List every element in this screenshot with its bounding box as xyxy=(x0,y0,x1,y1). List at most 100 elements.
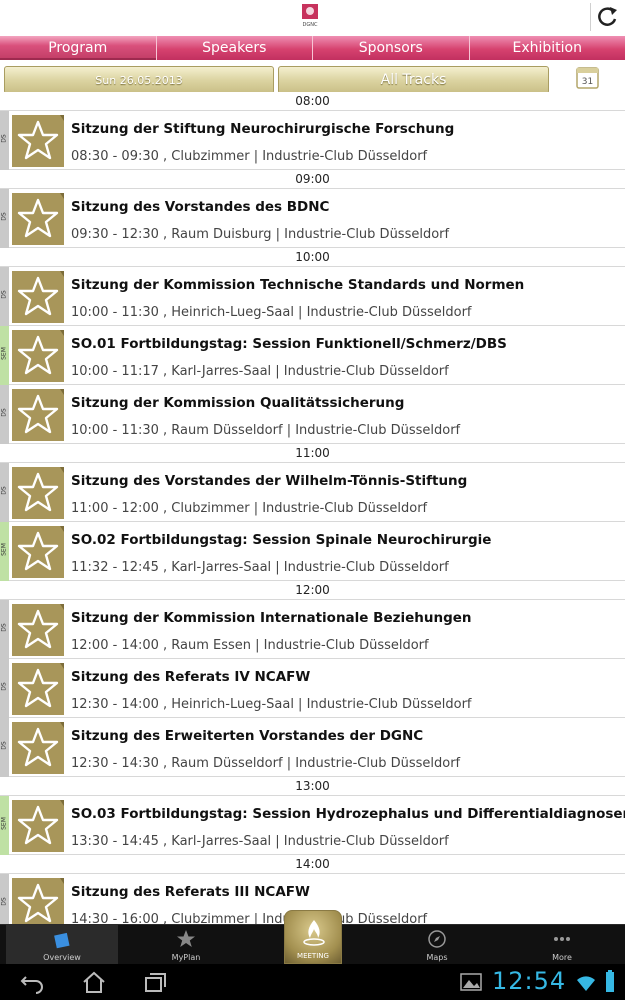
app-header: DGNC xyxy=(0,0,625,34)
session-time-location: 11:00 - 12:00 , Clubzimmer | Industrie-C… xyxy=(71,501,428,516)
favorite-star-icon[interactable] xyxy=(12,467,64,519)
session-time-location: 10:00 - 11:30 , Raum Düsseldorf | Indust… xyxy=(71,423,461,438)
tab-sponsors[interactable]: Sponsors xyxy=(313,36,470,60)
favorite-star-icon[interactable] xyxy=(12,722,64,774)
system-bar: 12:54 xyxy=(0,964,625,1000)
nav-overview-label: Overview xyxy=(43,953,81,962)
session-title: SO.02 Fortbildungstag: Session Spinale N… xyxy=(71,532,492,548)
time-header: 10:00 xyxy=(0,248,625,267)
favorite-star-icon[interactable] xyxy=(12,193,64,245)
session-row[interactable]: SEM SO.02 Fortbildungstag: Session Spinal… xyxy=(0,522,625,581)
session-title: Sitzung der Kommission Internationale Be… xyxy=(71,610,472,626)
nav-more-label: More xyxy=(552,953,572,962)
track-strip: SEM xyxy=(0,796,9,855)
refresh-icon[interactable] xyxy=(593,3,621,31)
session-row[interactable]: SEM SO.03 Fortbildungstag: Session Hydroz… xyxy=(0,796,625,855)
favorite-star-icon[interactable] xyxy=(12,526,64,578)
track-strip: SEM xyxy=(0,522,9,581)
session-row[interactable]: DS Sitzung des Vorstandes des BDNC 09:30 -… xyxy=(0,189,625,248)
nav-maps[interactable]: Maps xyxy=(381,925,493,965)
track-strip: DS xyxy=(0,385,9,444)
compass-icon xyxy=(428,930,446,948)
calendar-day: 31 xyxy=(582,77,593,87)
favorite-star-icon[interactable] xyxy=(12,330,64,382)
tab-speakers[interactable]: Speakers xyxy=(156,36,313,60)
track-tag: DS xyxy=(0,486,8,495)
battery-icon xyxy=(606,970,614,992)
back-icon[interactable] xyxy=(18,969,46,995)
track-tag: SEM xyxy=(0,817,8,830)
track-strip: DS xyxy=(0,874,9,924)
session-row[interactable]: DS Sitzung der Kommission Technische Stan… xyxy=(0,267,625,326)
favorite-star-icon[interactable] xyxy=(12,389,64,441)
session-row[interactable]: DS Sitzung des Referats IV NCAFW 12:30 - 1… xyxy=(0,659,625,718)
nav-more[interactable]: More xyxy=(506,925,618,965)
favorite-star-icon[interactable] xyxy=(12,663,64,715)
star-icon xyxy=(177,930,195,947)
gallery-notification-icon xyxy=(460,973,482,991)
recent-apps-icon[interactable] xyxy=(142,969,170,995)
section-tabs: Program Speakers Sponsors Exhibition xyxy=(0,36,625,60)
session-time-location: 08:30 - 09:30 , Clubzimmer | Industrie-C… xyxy=(71,149,428,164)
nav-maps-label: Maps xyxy=(426,953,448,962)
track-strip: SEM xyxy=(0,326,9,385)
nav-meeting-label: MEETING xyxy=(297,952,329,960)
date-selector-button[interactable]: Sun 26.05.2013 xyxy=(4,66,274,94)
favorite-star-icon[interactable] xyxy=(12,800,64,852)
track-tag: DS xyxy=(0,290,8,299)
session-title: Sitzung der Stiftung Neurochirurgische F… xyxy=(71,121,455,137)
session-row[interactable]: DS Sitzung des Vorstandes der Wilhelm-Tön… xyxy=(0,463,625,522)
favorite-star-icon[interactable] xyxy=(12,604,64,656)
session-time-location: 09:30 - 12:30 , Raum Duisburg | Industri… xyxy=(71,227,450,242)
session-list[interactable]: 08:00 DS Sitzung der Stiftung Neurochirurg… xyxy=(0,92,625,924)
session-time-location: 14:30 - 16:00 , Clubzimmer | Industrie-C… xyxy=(71,912,428,924)
overview-icon xyxy=(54,932,70,949)
tab-exhibition[interactable]: Exhibition xyxy=(469,36,625,60)
nav-meeting-button[interactable]: MEETING xyxy=(284,910,342,964)
session-row[interactable]: SEM SO.01 Fortbildungstag: Session Funkti… xyxy=(0,326,625,385)
session-time-location: 12:30 - 14:00 , Heinrich-Lueg-Saal | Ind… xyxy=(71,697,472,712)
time-header: 08:00 xyxy=(0,92,625,111)
nav-myplan[interactable]: MyPlan xyxy=(130,925,242,965)
time-header: 14:00 xyxy=(0,855,625,874)
session-time-location: 12:00 - 14:00 , Raum Essen | Industrie-C… xyxy=(71,638,429,653)
header-divider xyxy=(590,3,591,31)
track-strip: DS xyxy=(0,600,9,659)
session-title: Sitzung des Vorstandes des BDNC xyxy=(71,199,330,215)
track-tag: DS xyxy=(0,134,8,143)
calendar-icon[interactable]: 31 xyxy=(576,67,599,89)
track-tag: DS xyxy=(0,212,8,221)
home-icon[interactable] xyxy=(80,969,108,995)
track-strip: DS xyxy=(0,267,9,326)
session-title: Sitzung der Kommission Technische Standa… xyxy=(71,277,525,293)
favorite-star-icon[interactable] xyxy=(12,115,64,167)
wifi-icon xyxy=(577,976,595,991)
session-title: Sitzung des Vorstandes der Wilhelm-Tönni… xyxy=(71,473,468,489)
tracks-filter-button[interactable]: All Tracks xyxy=(278,66,549,94)
more-dots-icon xyxy=(554,937,570,941)
track-tag: DS xyxy=(0,897,8,906)
track-strip: DS xyxy=(0,111,9,170)
favorite-star-icon[interactable] xyxy=(12,878,64,924)
session-row[interactable]: DS Sitzung der Kommission Qualitätssicher… xyxy=(0,385,625,444)
favorite-star-icon[interactable] xyxy=(12,271,64,323)
nav-myplan-label: MyPlan xyxy=(171,953,201,962)
time-header: 09:00 xyxy=(0,170,625,189)
session-title: Sitzung des Referats IV NCAFW xyxy=(71,669,311,685)
session-row[interactable]: DS Sitzung der Stiftung Neurochirurgische… xyxy=(0,111,625,170)
nav-overview[interactable]: Overview xyxy=(6,925,118,965)
session-title: SO.03 Fortbildungstag: Session Hydrozeph… xyxy=(71,806,625,822)
time-header: 12:00 xyxy=(0,581,625,600)
track-strip: DS xyxy=(0,463,9,522)
session-time-location: 13:30 - 14:45 , Karl-Jarres-Saal | Indus… xyxy=(71,834,449,849)
session-time-location: 11:32 - 12:45 , Karl-Jarres-Saal | Indus… xyxy=(71,560,449,575)
track-tag: DS xyxy=(0,408,8,417)
track-tag: DS xyxy=(0,682,8,691)
session-row[interactable]: DS Sitzung des Erweiterten Vorstandes der… xyxy=(0,718,625,777)
tab-program[interactable]: Program xyxy=(0,36,157,60)
track-tag: DS xyxy=(0,741,8,750)
session-time-location: 10:00 - 11:17 , Karl-Jarres-Saal | Indus… xyxy=(71,364,449,379)
session-title: Sitzung des Referats III NCAFW xyxy=(71,884,310,900)
dgnc-logo: DGNC xyxy=(302,4,318,28)
session-row[interactable]: DS Sitzung der Kommission Internationale … xyxy=(0,600,625,659)
